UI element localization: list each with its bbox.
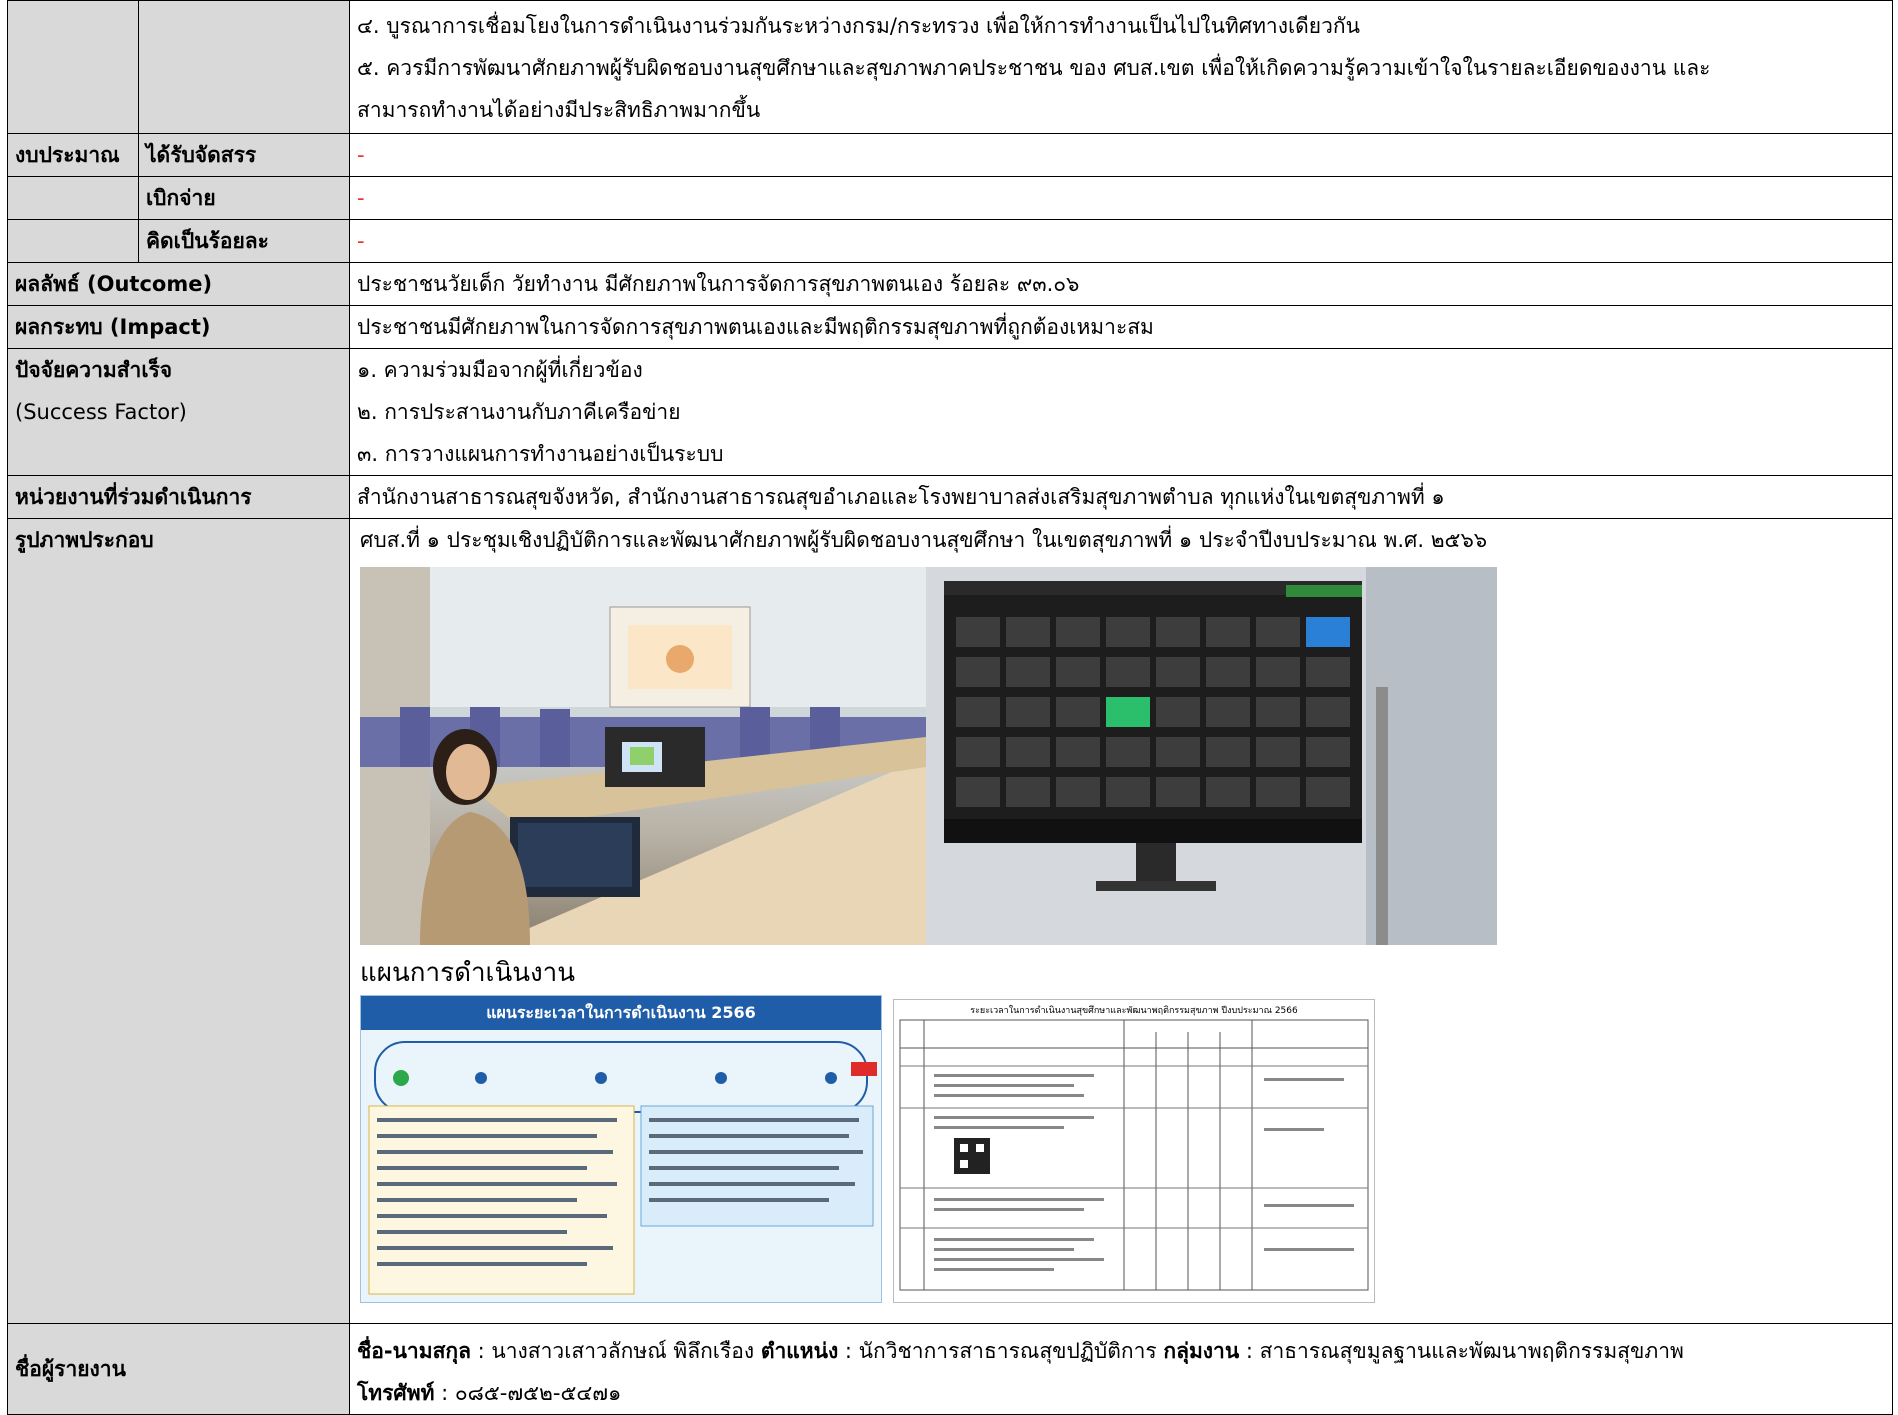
reporter-phone-label: โทรศัพท์ — [357, 1381, 435, 1405]
images-caption: ศบส.ที่ ๑ ประชุมเชิงปฏิบัติการและพัฒนาศั… — [360, 528, 1488, 552]
partners-label: หน่วยงานที่ร่วมดำเนินการ — [7, 475, 350, 519]
recommendation-4: ๔. บูรณาการเชื่อมโยงในการดำเนินงานร่วมกั… — [357, 14, 1360, 38]
meeting-room-photo — [360, 567, 926, 945]
budget-percent-value: - — [349, 219, 1893, 263]
success-label-line1: ปัจจัยความสำเร็จ — [15, 358, 173, 382]
budget-blank-cell-2 — [7, 219, 139, 263]
timeline-plan-image: แผนระยะเวลาในการดำเนินงาน 2566 — [360, 995, 882, 1303]
video-conference-illustration — [926, 567, 1497, 945]
activity-schedule-image: ระยะเวลาในการดำเนินงานสุขศึกษาและพัฒนาพฤ… — [893, 999, 1375, 1303]
impact-label: ผลกระทบ (Impact) — [7, 305, 350, 349]
reporter-row: ชื่อผู้รายงาน ชื่อ-นามสกุล : นางสาวเสาวล… — [7, 1323, 1893, 1415]
reporter-position-label: ตำแหน่ง — [760, 1339, 839, 1363]
timeline-plan-banner: แผนระยะเวลาในการดำเนินงาน 2566 — [486, 1003, 756, 1022]
activity-schedule-title: ระยะเวลาในการดำเนินงานสุขศึกษาและพัฒนาพฤ… — [970, 1006, 1298, 1016]
images-label: รูปภาพประกอบ — [7, 518, 350, 1324]
reporter-name-label: ชื่อ-นามสกุล — [357, 1339, 471, 1363]
outcome-value: ประชาชนวัยเด็ก วัยทำงาน มีศักยภาพในการจั… — [349, 262, 1893, 306]
blank-cell-2 — [138, 0, 350, 134]
reporter-details: ชื่อ-นามสกุล : นางสาวเสาวลักษณ์ พิลึกเรื… — [349, 1323, 1893, 1415]
reporter-label: ชื่อผู้รายงาน — [7, 1323, 350, 1415]
reporter-group: : สาธารณสุขมูลฐานและพัฒนาพฤติกรรมสุขภาพ — [1239, 1339, 1684, 1363]
budget-percent-label: คิดเป็นร้อยละ — [138, 219, 350, 263]
budget-allocated-value: - — [349, 133, 1893, 177]
success-item: ๑. ความร่วมมือจากผู้ที่เกี่ยวข้อง — [357, 358, 643, 382]
blank-cell-1 — [7, 0, 139, 134]
budget-allocated-label: ได้รับจัดสรร — [138, 133, 350, 177]
success-item: ๒. การประสานงานกับภาคีเครือข่าย — [357, 400, 681, 424]
images-row: รูปภาพประกอบ ศบส.ที่ ๑ ประชุมเชิงปฏิบัติ… — [7, 518, 1893, 1324]
impact-row: ผลกระทบ (Impact) ประชาชนมีศักยภาพในการจั… — [7, 305, 1893, 349]
budget-disbursed-label: เบิกจ่าย — [138, 176, 350, 220]
meeting-photos — [360, 567, 1497, 945]
success-label-line2: (Success Factor) — [15, 400, 187, 424]
report-table: ๔. บูรณาการเชื่อมโยงในการดำเนินงานร่วมกั… — [7, 0, 1893, 1415]
recommendations-row: ๔. บูรณาการเชื่อมโยงในการดำเนินงานร่วมกั… — [7, 0, 1893, 134]
success-items: ๑. ความร่วมมือจากผู้ที่เกี่ยวข้อง ๒. การ… — [349, 348, 1893, 476]
reporter-name: : นางสาวเสาวลักษณ์ พิลึกเรือง — [470, 1339, 761, 1363]
impact-value: ประชาชนมีศักยภาพในการจัดการสุขภาพตนเองแล… — [349, 305, 1893, 349]
reporter-position: : นักวิชาการสาธารณสุขปฏิบัติการ — [838, 1339, 1164, 1363]
outcome-row: ผลลัพธ์ (Outcome) ประชาชนวัยเด็ก วัยทำงา… — [7, 262, 1893, 306]
outcome-label: ผลลัพธ์ (Outcome) — [7, 262, 350, 306]
reporter-line1: ชื่อ-นามสกุล : นางสาวเสาวลักษณ์ พิลึกเรื… — [357, 1330, 1886, 1372]
partners-row: หน่วยงานที่ร่วมดำเนินการ สำนักงานสาธารณส… — [7, 475, 1893, 519]
budget-blank-cell — [7, 176, 139, 220]
recommendation-5-line1: ๕. ควรมีการพัฒนาศักยภาพผู้รับผิดชอบงานสุ… — [357, 56, 1711, 80]
images-cell: ศบส.ที่ ๑ ประชุมเชิงปฏิบัติการและพัฒนาศั… — [349, 518, 1893, 1324]
success-row: ปัจจัยความสำเร็จ (Success Factor) ๑. ควา… — [7, 348, 1893, 476]
video-conference-photo — [926, 567, 1497, 945]
success-label: ปัจจัยความสำเร็จ (Success Factor) — [7, 348, 350, 476]
budget-disbursed-value: - — [349, 176, 1893, 220]
recommendations-cell: ๔. บูรณาการเชื่อมโยงในการดำเนินงานร่วมกั… — [349, 0, 1893, 134]
budget-row-percent: คิดเป็นร้อยละ - — [7, 219, 1893, 263]
recommendation-5-line2: สามารถทำงานได้อย่างมีประสิทธิภาพมากขึ้น — [357, 98, 761, 122]
success-item: ๓. การวางแผนการทำงานอย่างเป็นระบบ — [357, 442, 724, 466]
budget-label: งบประมาณ — [7, 133, 139, 177]
reporter-group-label: กลุ่มงาน — [1163, 1339, 1240, 1363]
plan-images: แผนระยะเวลาในการดำเนินงาน 2566 ระยะเวลาใ… — [360, 995, 1497, 1315]
reporter-phone: : ๐๘๕-๗๕๒-๕๔๗๑ — [434, 1381, 622, 1405]
activity-schedule-illustration — [899, 1019, 1369, 1291]
meeting-room-illustration — [360, 567, 926, 945]
timeline-plan-illustration — [361, 996, 881, 1302]
budget-row-disbursed: เบิกจ่าย - — [7, 176, 1893, 220]
plan-heading: แผนการดำเนินงาน — [360, 958, 576, 988]
budget-row-allocated: งบประมาณ ได้รับจัดสรร - — [7, 133, 1893, 177]
partners-value: สำนักงานสาธารณสุขจังหวัด, สำนักงานสาธารณ… — [349, 475, 1893, 519]
